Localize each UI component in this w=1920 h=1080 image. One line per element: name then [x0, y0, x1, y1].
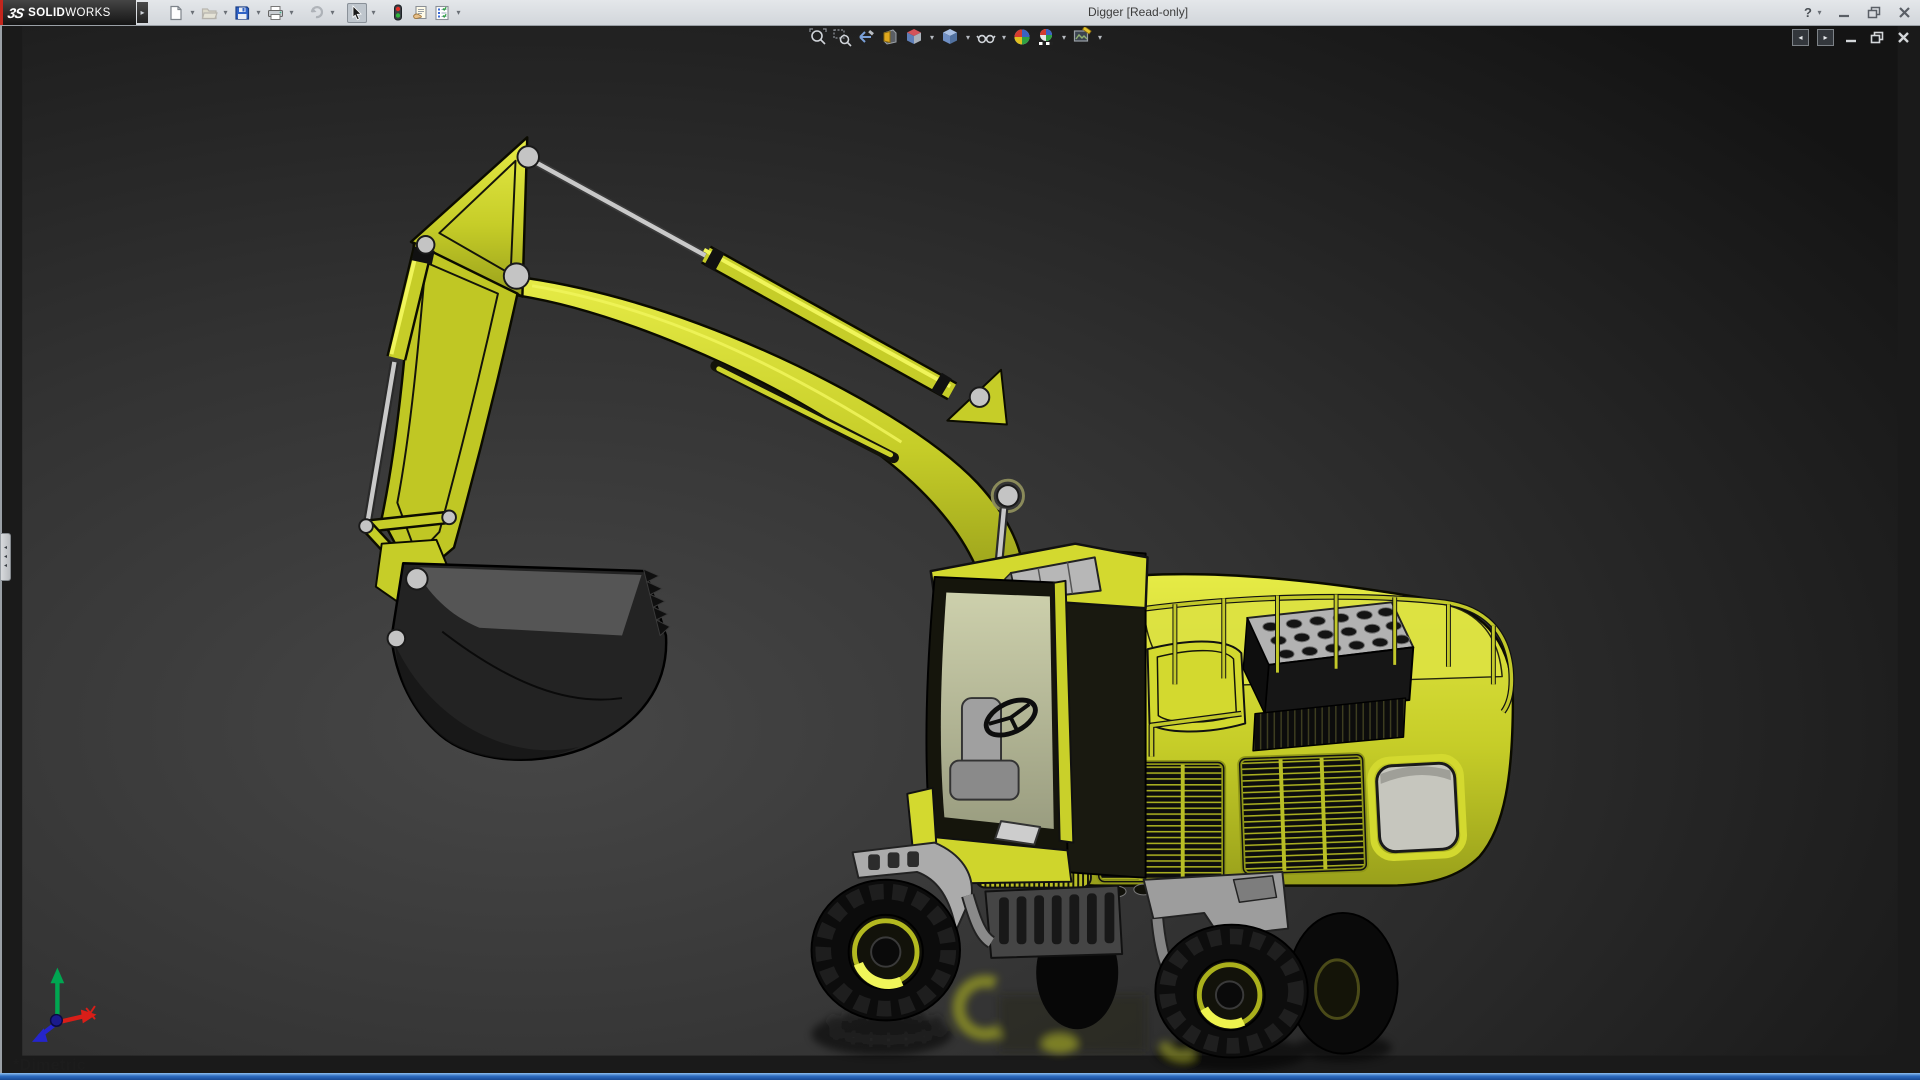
options-button[interactable]: [432, 3, 452, 23]
wheel-front-right[interactable]: [1154, 923, 1309, 1059]
model-scene: [22, 25, 1898, 1072]
engine-block[interactable]: [1242, 601, 1415, 752]
rebuild-traffic-light-button[interactable]: [388, 3, 408, 23]
boxed-right-arrow-icon[interactable]: ▸: [1817, 29, 1834, 46]
display-style-cube-icon[interactable]: [940, 27, 960, 47]
print-dropdown-icon[interactable]: ▾: [287, 8, 296, 17]
collapse-arrow-icon: ◂: [3, 563, 7, 569]
boxed-left-arrow-icon[interactable]: ◂: [1792, 29, 1809, 46]
undo-button[interactable]: [306, 3, 326, 23]
save-dropdown-icon[interactable]: ▾: [254, 8, 263, 17]
cab[interactable]: [906, 542, 1149, 885]
save-button[interactable]: [232, 3, 252, 23]
select-tool-button[interactable]: [347, 2, 367, 23]
zoom-area-icon[interactable]: [832, 27, 852, 47]
solidworks-wordmark: SOLIDWORKS: [28, 6, 111, 19]
scene-ball-icon[interactable]: [1036, 27, 1056, 47]
view-settings-dropdown-icon[interactable]: ▾: [1096, 33, 1104, 42]
doc-restore-button[interactable]: [1868, 30, 1886, 46]
menu-flyout-arrow-icon[interactable]: ▸: [137, 2, 148, 23]
close-button[interactable]: [1894, 4, 1914, 22]
doc-minimize-button[interactable]: [1842, 30, 1860, 46]
graphics-viewport[interactable]: [0, 25, 1920, 1080]
collapse-arrow-icon: ◂: [3, 545, 7, 551]
open-dropdown-icon[interactable]: ▾: [221, 8, 230, 17]
standard-toolbar: ▾ ▾ ▾ ▾ ▾ ▾ ▾: [166, 0, 463, 25]
new-dropdown-icon[interactable]: ▾: [188, 8, 197, 17]
new-document-button[interactable]: [166, 3, 186, 23]
rear-access-window[interactable]: [1367, 753, 1468, 862]
doc-close-button[interactable]: [1894, 30, 1912, 46]
window-bottom-accent: [0, 1073, 1920, 1080]
appearance-ball-icon[interactable]: [1012, 27, 1032, 47]
wheel-front-left[interactable]: [810, 878, 961, 1022]
section-view-icon[interactable]: [880, 27, 900, 47]
dassault-3ds-logo-mark: 3S: [6, 4, 25, 21]
zoom-fit-icon[interactable]: [808, 27, 828, 47]
print-button[interactable]: [265, 3, 285, 23]
collapse-arrow-icon: ◂: [3, 554, 7, 560]
restore-button[interactable]: [1864, 4, 1884, 22]
view-cube-icon[interactable]: [904, 27, 924, 47]
solidworks-logo[interactable]: 3S SOLIDWORKS: [0, 0, 136, 25]
undo-dropdown-icon[interactable]: ▾: [328, 8, 337, 17]
options-dropdown-icon[interactable]: ▾: [454, 8, 463, 17]
side-grille-right[interactable]: [1237, 752, 1369, 877]
document-window-controls: ◂ ▸: [1792, 29, 1912, 46]
view-settings-icon[interactable]: [1072, 27, 1092, 47]
window-title: Digger [Read-only]: [1088, 5, 1189, 19]
view-orientation-dropdown-icon[interactable]: ▾: [928, 33, 936, 42]
feature-manager-collapsed-tab[interactable]: ◂ ◂ ◂: [1, 533, 11, 581]
apply-scene-dropdown-icon[interactable]: ▾: [1060, 33, 1068, 42]
window-controls: ? ▾: [1804, 0, 1914, 25]
help-button[interactable]: ?: [1804, 5, 1812, 20]
help-dropdown-icon[interactable]: ▾: [1815, 8, 1824, 17]
eyeglasses-icon[interactable]: [976, 27, 996, 47]
minimize-button[interactable]: [1834, 4, 1854, 22]
display-style-dropdown-icon[interactable]: ▾: [964, 33, 972, 42]
file-properties-button[interactable]: [410, 3, 430, 23]
previous-view-icon[interactable]: [856, 27, 876, 47]
open-button[interactable]: [199, 3, 219, 23]
title-bar: 3S SOLIDWORKS ▸ ▾ ▾ ▾ ▾ ▾ ▾ ▾ Digger [Re…: [0, 0, 1920, 26]
headsup-view-toolbar: ▾ ▾ ▾ ▾ ▾: [808, 27, 1104, 47]
solidworks-window: ◂ ◂ ◂ *Dimetric ▾ ▾ ▾ ▾ ▾ ◂ ▸ 3S SOLIDWO…: [0, 0, 1920, 1080]
hide-show-dropdown-icon[interactable]: ▾: [1000, 33, 1008, 42]
select-dropdown-icon[interactable]: ▾: [369, 8, 378, 17]
